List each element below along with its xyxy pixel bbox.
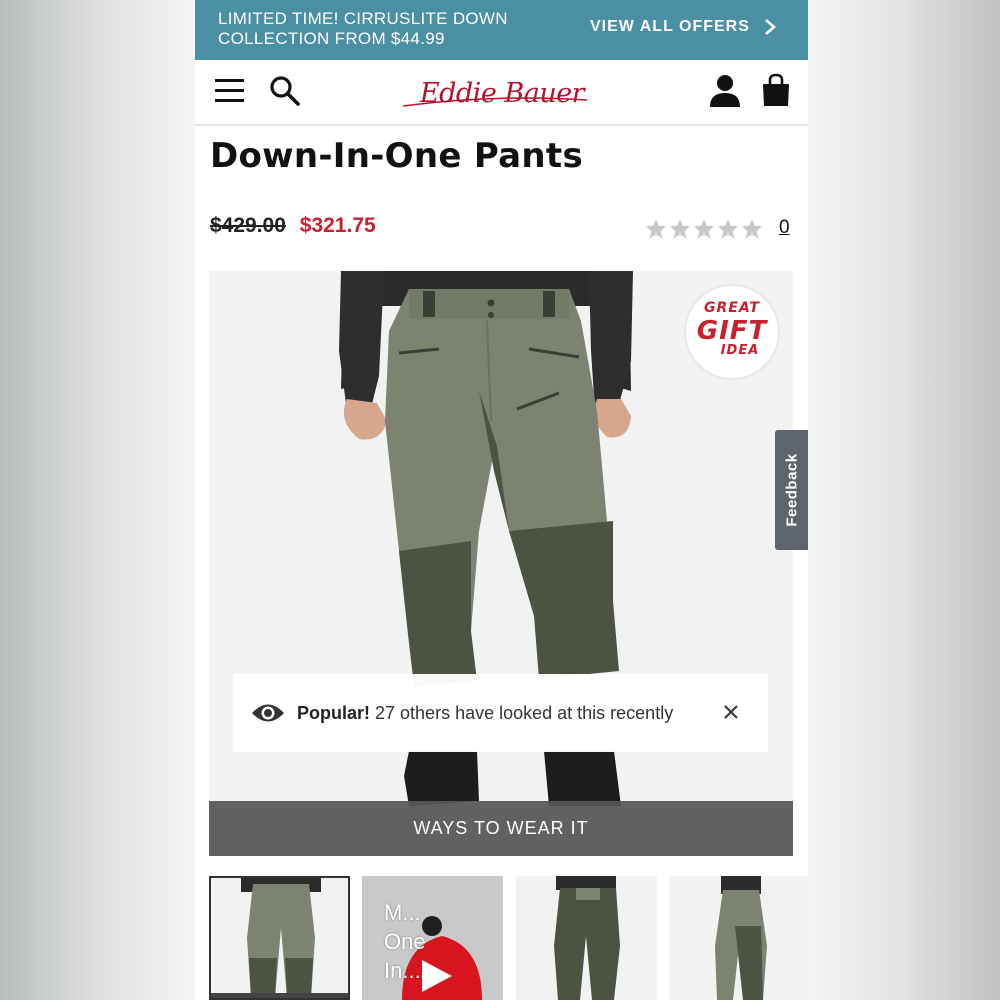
review-count-link[interactable]: 0 — [779, 217, 790, 239]
star-icon — [693, 218, 715, 239]
rating-stars[interactable] — [645, 218, 763, 239]
thumbnail-image — [554, 876, 620, 1000]
user-account-icon[interactable] — [709, 74, 741, 108]
close-icon[interactable] — [721, 702, 741, 722]
sale-price: $321.75 — [299, 214, 376, 237]
popular-message: 27 others have looked at this recently — [375, 702, 674, 723]
product-image[interactable]: GREAT GIFT IDEA Popular! 27 others have … — [209, 271, 793, 856]
original-price: $429.00 — [210, 214, 286, 237]
mobile-viewport: LIMITED TIME! CIRRUSLITE DOWN COLLECTION… — [195, 0, 808, 1000]
popular-notice: Popular! 27 others have looked at this r… — [233, 674, 768, 752]
logo-swash-icon — [402, 97, 588, 107]
star-icon — [645, 218, 667, 239]
thumbnail-4[interactable] — [669, 876, 808, 1000]
site-header: Eddie Bauer — [195, 60, 808, 126]
thumbnail-3[interactable] — [516, 876, 657, 1000]
gift-badge-line3: IDEA — [720, 343, 760, 358]
gift-badge-line1: GREAT — [704, 300, 760, 316]
star-icon — [669, 218, 691, 239]
thumbnail-video[interactable]: M... One In... — [362, 876, 503, 1000]
ways-to-wear-it-button[interactable]: WAYS TO WEAR IT — [209, 801, 793, 856]
video-caption: M... One In... — [384, 900, 426, 983]
view-all-offers-label: VIEW ALL OFFERS — [590, 18, 750, 35]
product-title: Down-In-One Pants — [210, 136, 584, 176]
view-all-offers-link[interactable]: VIEW ALL OFFERS — [590, 18, 776, 36]
thumbnail-active-indicator — [211, 993, 348, 998]
chevron-right-icon — [765, 19, 776, 35]
feedback-tab[interactable]: Feedback — [775, 430, 808, 550]
popular-label: Popular! — [297, 702, 371, 723]
feedback-label: Feedback — [783, 453, 800, 527]
thumbnail-image — [715, 876, 767, 1000]
thumbnail-strip: M... One In... — [209, 876, 808, 1000]
eye-icon — [252, 704, 284, 722]
shopping-bag-icon[interactable] — [761, 73, 791, 107]
star-icon — [741, 218, 763, 239]
search-icon[interactable] — [269, 75, 301, 107]
gift-badge-line2: GIFT — [696, 316, 768, 346]
star-icon — [717, 218, 739, 239]
product-price: $429.00 $321.75 — [210, 214, 376, 238]
thumbnail-image — [241, 878, 321, 998]
hamburger-menu-icon[interactable] — [215, 77, 245, 105]
promo-text: LIMITED TIME! CIRRUSLITE DOWN COLLECTION… — [218, 9, 508, 48]
great-gift-idea-badge: GREAT GIFT IDEA — [686, 286, 778, 378]
thumbnail-1[interactable] — [209, 876, 350, 1000]
promo-banner[interactable]: LIMITED TIME! CIRRUSLITE DOWN COLLECTION… — [195, 0, 808, 60]
